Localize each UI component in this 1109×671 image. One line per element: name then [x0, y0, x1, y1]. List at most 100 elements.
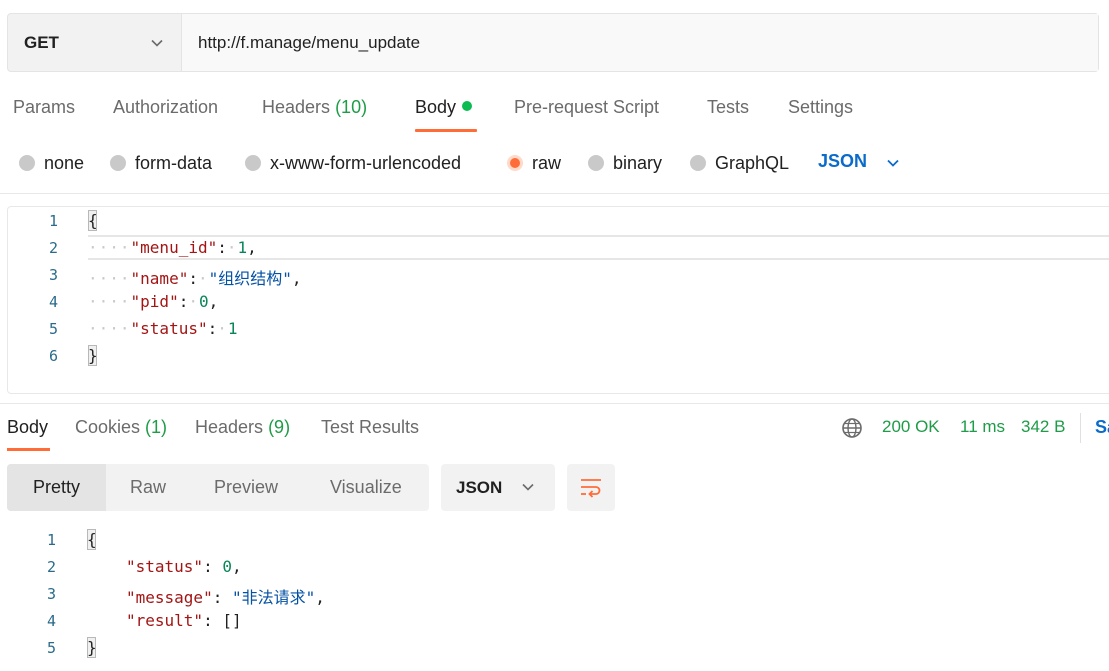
tab-body[interactable]: Body [415, 97, 473, 118]
radio-binary[interactable]: binary [588, 151, 662, 175]
radio-icon [588, 155, 604, 171]
url-bar: GET http://f.manage/menu_update [7, 13, 1099, 72]
tab-headers[interactable]: Headers (10) [262, 97, 367, 118]
button-label: Preview [214, 477, 279, 497]
line-number: 2 [48, 239, 58, 257]
radio-none[interactable]: none [19, 151, 84, 175]
wrap-lines-button[interactable] [567, 464, 615, 511]
tab-settings[interactable]: Settings [788, 97, 853, 118]
code-line: "result": [] [126, 611, 242, 630]
response-tab-cookies[interactable]: Cookies (1) [75, 417, 167, 438]
view-pretty-button[interactable]: Pretty [7, 464, 106, 511]
format-label: JSON [456, 477, 503, 497]
tab-label: Test Results [321, 417, 420, 437]
url-text: http://f.manage/menu_update [198, 32, 421, 52]
code-line: "message": "非法请求", [126, 588, 325, 607]
radio-graphql[interactable]: GraphQL [690, 151, 789, 175]
tab-label: Headers [195, 417, 264, 437]
divider [0, 403, 1109, 404]
tab-count: (1) [145, 417, 168, 437]
code-token: } [87, 638, 97, 657]
tab-label: Tests [707, 97, 750, 117]
code-token: { [87, 530, 97, 549]
code-line: ····"menu_id":·1, [88, 238, 257, 257]
json-key: "name" [130, 269, 189, 288]
radio-label: x-www-form-urlencoded [270, 152, 462, 173]
view-preview-button[interactable]: Preview [214, 464, 278, 511]
line-number: 5 [48, 320, 58, 338]
code-line: ····"name":·"组织结构", [88, 269, 302, 288]
view-raw-button[interactable]: Raw [130, 464, 166, 511]
tab-label: Authorization [113, 97, 219, 117]
line-number: 4 [46, 612, 56, 630]
divider [1080, 413, 1081, 443]
tab-label: Params [13, 97, 76, 117]
url-input[interactable]: http://f.manage/menu_update [181, 14, 1098, 71]
radio-icon [19, 155, 35, 171]
json-key: "result" [126, 611, 204, 630]
button-label: Raw [130, 477, 167, 497]
response-tab-headers[interactable]: Headers (9) [195, 417, 290, 438]
language-label: JSON [818, 151, 868, 171]
radio-label: none [44, 152, 85, 173]
line-number: 3 [48, 266, 58, 284]
response-time[interactable]: 11 ms [960, 417, 1005, 437]
line-number: 6 [48, 347, 58, 365]
radio-urlencoded[interactable]: x-www-form-urlencoded [245, 151, 461, 175]
button-label: Pretty [32, 477, 80, 497]
response-size[interactable]: 342 B [1021, 417, 1065, 437]
line-number: 1 [46, 531, 56, 549]
code-line: ····"pid":·0, [88, 292, 219, 311]
radio-icon [690, 155, 706, 171]
chevron-down-icon[interactable] [886, 156, 900, 170]
language-select[interactable]: JSON [818, 151, 867, 172]
active-tab-indicator [7, 448, 50, 451]
code-line: "status": 0, [126, 557, 242, 576]
json-value: "组织结构" [208, 269, 292, 288]
view-visualize-button[interactable]: Visualize [330, 464, 402, 511]
line-number: 5 [46, 639, 56, 657]
divider [0, 193, 1109, 194]
json-value: 1 [227, 319, 238, 338]
tab-params[interactable]: Params [13, 97, 75, 118]
response-format-select[interactable]: JSON [441, 464, 555, 511]
line-number: 1 [48, 212, 58, 230]
globe-icon[interactable] [841, 417, 863, 439]
json-key: "menu_id" [130, 238, 218, 257]
tab-label: Settings [788, 97, 854, 117]
button-label: Visualize [330, 477, 402, 497]
json-key: "pid" [130, 292, 179, 311]
radio-label: raw [532, 152, 562, 173]
radio-icon [245, 155, 261, 171]
response-tab-body[interactable]: Body [7, 417, 48, 438]
tab-label: Body [7, 417, 49, 437]
line-number: 2 [46, 558, 56, 576]
radio-checked-icon [507, 155, 523, 171]
method-label: GET [24, 32, 59, 52]
chevron-down-icon[interactable] [521, 480, 535, 494]
json-key: "status" [126, 557, 204, 576]
save-response-button[interactable]: Sa [1095, 417, 1109, 438]
tab-pre-request-script[interactable]: Pre-request Script [514, 97, 659, 118]
chevron-down-icon[interactable] [150, 36, 164, 50]
tab-label: Body [415, 97, 457, 117]
json-key: "message" [126, 588, 213, 607]
line-number: 3 [46, 585, 56, 603]
wrap-lines-icon [581, 479, 601, 498]
json-value: 1 [237, 238, 248, 257]
modified-dot-icon [462, 101, 473, 112]
json-value: 0 [222, 557, 232, 576]
response-status[interactable]: 200 OK [882, 417, 940, 437]
json-value: "非法请求" [231, 588, 316, 607]
json-key: "status" [130, 319, 208, 338]
code-token: { [88, 211, 98, 230]
json-value: [] [222, 611, 242, 630]
radio-form-data[interactable]: form-data [110, 151, 212, 175]
radio-icon [110, 155, 126, 171]
tab-tests[interactable]: Tests [707, 97, 749, 118]
code-line: ····"status":·1 [88, 319, 238, 338]
response-tab-test-results[interactable]: Test Results [321, 417, 419, 438]
radio-label: form-data [135, 152, 213, 173]
tab-authorization[interactable]: Authorization [113, 97, 218, 118]
radio-raw[interactable]: raw [507, 151, 561, 175]
